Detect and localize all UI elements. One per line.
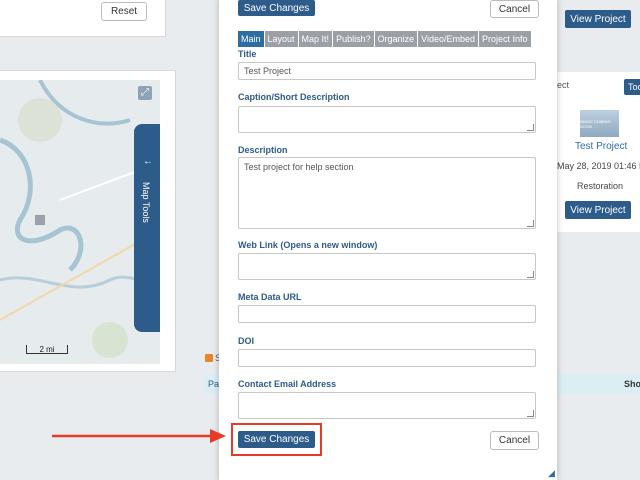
title-input[interactable]: Test Project (238, 62, 536, 80)
caption-label: Caption/Short Description (238, 92, 350, 102)
tab-map-it[interactable]: Map It! (298, 31, 333, 47)
tools-button-label: Too (628, 82, 640, 92)
arrow-left-icon: ← (143, 156, 153, 167)
filter-panel: Reset (0, 0, 166, 37)
resize-grip-icon[interactable] (527, 410, 534, 417)
weblink-textarea[interactable] (238, 253, 536, 280)
metadata-input[interactable] (238, 305, 536, 323)
card-header-fragment: ect (557, 80, 570, 90)
view-project-button-top[interactable]: View Project (565, 10, 631, 28)
cancel-button-top[interactable]: Cancel (490, 0, 539, 18)
project-date: May 28, 2019 01:46 PM (557, 161, 640, 171)
view-project-button[interactable]: View Project (565, 201, 631, 219)
left-fragment-pa: Pa (208, 379, 220, 389)
description-value: Test project for help section (244, 162, 354, 172)
email-label: Contact Email Address (238, 379, 337, 389)
tab-publish[interactable]: Publish? (333, 31, 374, 47)
modal-tabs: Main Layout Map It! Publish? Organize Vi… (238, 31, 531, 47)
resize-grip-icon[interactable] (527, 271, 534, 278)
project-thumbnail[interactable]: IMAGE COMING SOON (580, 110, 619, 137)
title-label: Title (238, 49, 257, 59)
doi-label: DOI (238, 336, 255, 346)
map-scale: 2 mi (26, 345, 68, 354)
project-title-link[interactable]: Test Project (575, 141, 627, 152)
project-category: Restoration (577, 181, 624, 191)
metadata-label: Meta Data URL (238, 292, 302, 302)
tools-button[interactable]: Too (624, 79, 640, 95)
list-header-row: Pa (204, 374, 219, 394)
email-textarea[interactable] (238, 392, 536, 419)
description-textarea[interactable]: Test project for help section (238, 157, 536, 229)
thumb-text: IMAGE COMING SOON (580, 118, 611, 129)
rss-icon (205, 354, 213, 362)
annotation-highlight-box (231, 423, 322, 456)
tab-main[interactable]: Main (238, 31, 264, 47)
description-label: Description (238, 145, 288, 155)
map-tools-tab[interactable]: ← Map Tools (134, 124, 160, 332)
tab-layout[interactable]: Layout (264, 31, 298, 47)
tab-organize[interactable]: Organize (374, 31, 418, 47)
expand-map-icon[interactable]: ⤢ (138, 86, 152, 100)
doi-input[interactable] (238, 349, 536, 367)
save-changes-button-top[interactable]: Save Changes (238, 0, 315, 16)
cancel-button[interactable]: Cancel (490, 431, 539, 450)
weblink-label: Web Link (Opens a new window) (238, 240, 378, 250)
caption-textarea[interactable] (238, 106, 536, 133)
right-fragment-show: Sho (624, 379, 640, 389)
show-row: Sho (557, 374, 640, 394)
modal-resize-icon[interactable]: ◢ (548, 468, 555, 479)
map-tools-label: Map Tools (141, 182, 151, 223)
tab-video-embed[interactable]: Video/Embed (418, 31, 478, 47)
resize-grip-icon[interactable] (527, 124, 534, 131)
reset-button[interactable]: Reset (101, 2, 147, 21)
tab-project-info[interactable]: Project Info (479, 31, 531, 47)
annotation-arrow-icon (52, 429, 226, 443)
resize-grip-icon[interactable] (527, 220, 534, 227)
